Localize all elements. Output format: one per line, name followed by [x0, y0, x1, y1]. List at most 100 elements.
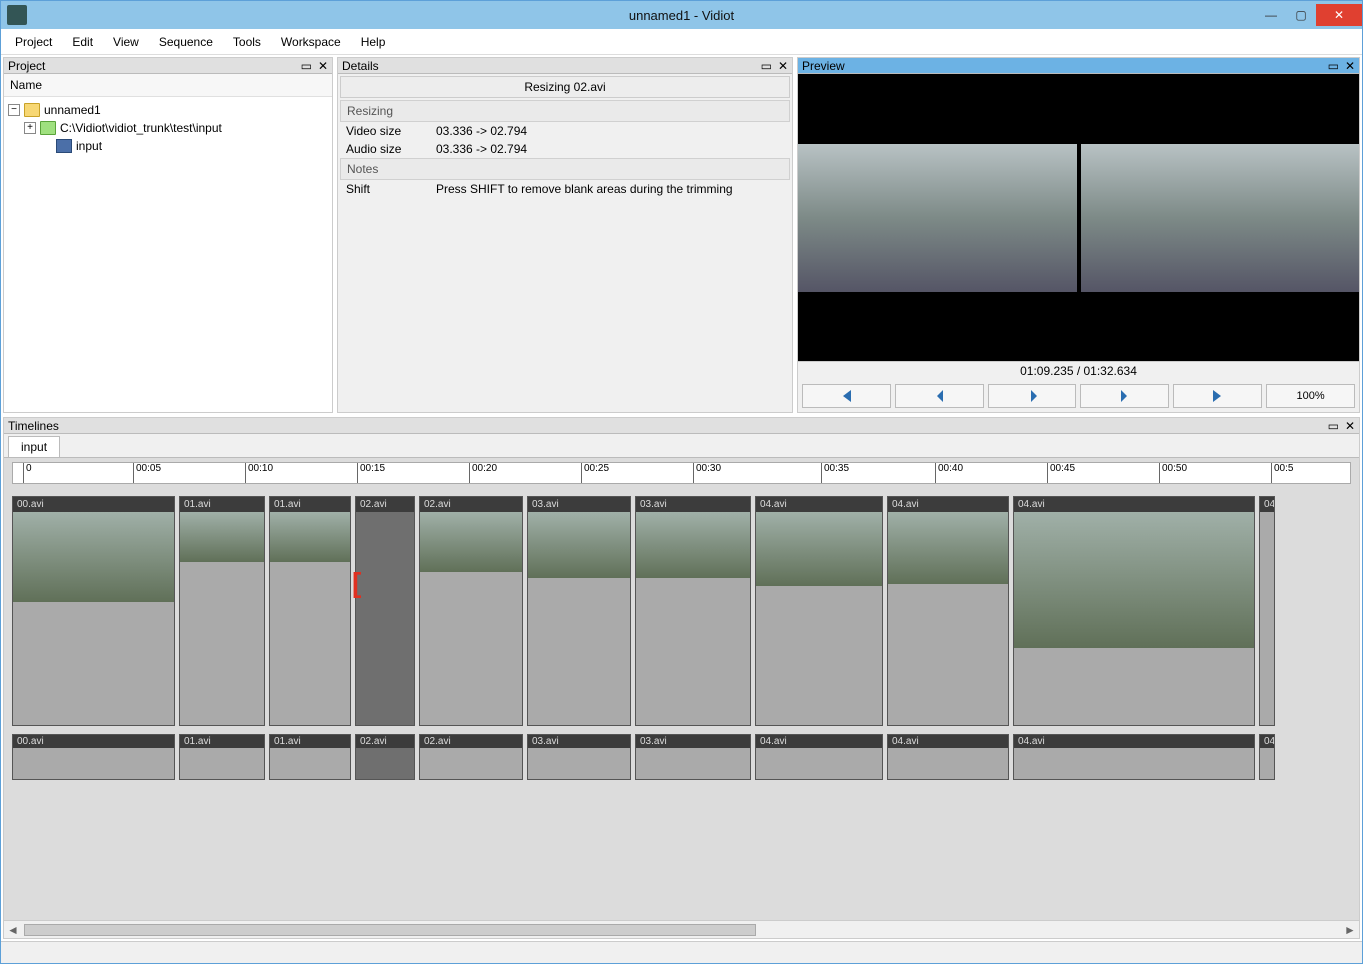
audio-clip[interactable]: 02.avi [419, 734, 523, 780]
panel-dock-icon[interactable]: ▭ [1326, 59, 1341, 73]
details-panel-header[interactable]: Details ▭✕ [338, 58, 792, 74]
project-body: Name − unnamed1 + C:\Vidiot\vidiot_trunk… [4, 74, 332, 412]
panel-close-icon[interactable]: ✕ [776, 59, 790, 73]
panel-dock-icon[interactable]: ▭ [759, 59, 774, 73]
preview-split [798, 144, 1359, 292]
tree-sequence[interactable]: input [40, 137, 328, 155]
timeline-scrollbar[interactable]: ◄ ► [4, 920, 1359, 938]
play-button[interactable] [988, 384, 1077, 408]
video-clip[interactable]: 00.avi [12, 496, 175, 726]
project-tree: − unnamed1 + C:\Vidiot\vidiot_trunk\test… [4, 97, 332, 159]
video-clip[interactable]: 01.avi [269, 496, 351, 726]
menu-project[interactable]: Project [5, 31, 62, 53]
titlebar[interactable]: unnamed1 - Vidiot — ▢ ✕ [1, 1, 1362, 29]
maximize-button[interactable]: ▢ [1286, 4, 1316, 26]
menu-help[interactable]: Help [351, 31, 396, 53]
sequence-icon [56, 139, 72, 153]
video-clip[interactable]: 04.avi [887, 496, 1009, 726]
audio-clip[interactable]: 03.avi [527, 734, 631, 780]
menu-tools[interactable]: Tools [223, 31, 271, 53]
video-clip[interactable]: 02.avi [419, 496, 523, 726]
clip-label: 03.avi [636, 497, 750, 512]
minimize-button[interactable]: — [1256, 4, 1286, 26]
scroll-left-icon[interactable]: ◄ [4, 923, 22, 937]
project-panel-header[interactable]: Project ▭✕ [4, 58, 332, 74]
timelines-panel-header[interactable]: Timelines ▭✕ [4, 418, 1359, 434]
panel-close-icon[interactable]: ✕ [316, 59, 330, 73]
audio-clip[interactable]: 03.avi [635, 734, 751, 780]
video-track[interactable]: 00.avi01.avi01.avi02.avi[02.avi03.avi03.… [12, 496, 1351, 726]
clip-label: 04.a [1260, 735, 1274, 748]
audio-clip[interactable]: 01.avi [179, 734, 265, 780]
details-row-video-size: Video size 03.336 -> 02.794 [338, 122, 792, 140]
ruler-tick: 00:35 [821, 463, 849, 483]
audio-clip[interactable]: 04.a [1259, 734, 1275, 780]
details-section-notes: Notes [340, 158, 790, 180]
clip-thumbnail [270, 512, 350, 562]
collapse-icon[interactable]: − [8, 104, 20, 116]
menu-edit[interactable]: Edit [62, 31, 103, 53]
project-column-name[interactable]: Name [4, 74, 332, 97]
expand-icon[interactable]: + [24, 122, 36, 134]
audio-track[interactable]: 00.avi 01.avi 01.avi 02.avi 02.avi 03.avi 03.a… [12, 734, 1351, 780]
video-clip[interactable]: 04.avi [755, 496, 883, 726]
timeline-ruler[interactable]: 000:0500:1000:1500:2000:2500:3000:3500:4… [12, 462, 1351, 484]
clip-label: 00.avi [13, 735, 174, 748]
preview-controls: 100% [798, 380, 1359, 412]
goto-start-button[interactable] [802, 384, 891, 408]
tree-folder[interactable]: + C:\Vidiot\vidiot_trunk\test\input [24, 119, 328, 137]
goto-end-button[interactable] [1173, 384, 1262, 408]
statusbar [1, 941, 1362, 963]
clip-label: 03.avi [636, 735, 750, 748]
clip-label: 02.avi [356, 497, 414, 512]
clip-label: 04.avi [1014, 735, 1254, 748]
scroll-right-icon[interactable]: ► [1341, 923, 1359, 937]
scroll-thumb[interactable] [24, 924, 756, 936]
video-clip[interactable]: 03.avi [527, 496, 631, 726]
window-buttons: — ▢ ✕ [1256, 4, 1362, 26]
panel-dock-icon[interactable]: ▭ [1326, 419, 1341, 433]
video-clip[interactable]: 04.avi [1013, 496, 1255, 726]
video-clip[interactable]: 02.avi [ [355, 496, 415, 726]
clip-label: 03.avi [528, 497, 630, 512]
audio-clip[interactable]: 04.avi [1013, 734, 1255, 780]
trim-marker-icon[interactable]: [ [352, 567, 361, 599]
preview-viewport[interactable] [798, 74, 1359, 361]
menu-view[interactable]: View [103, 31, 149, 53]
ruler-tick: 00:40 [935, 463, 963, 483]
clip-label: 02.avi [420, 735, 522, 748]
timeline-tab-input[interactable]: input [8, 436, 60, 457]
preview-body: 01:09.235 / 01:32.634 100% [798, 74, 1359, 412]
audio-clip[interactable]: 00.avi [12, 734, 175, 780]
audio-clip[interactable]: 04.avi [887, 734, 1009, 780]
menu-sequence[interactable]: Sequence [149, 31, 223, 53]
clip-label: 03.avi [528, 735, 630, 748]
ruler-tick: 00:20 [469, 463, 497, 483]
audio-clip[interactable]: 02.avi [355, 734, 415, 780]
clip-label: 01.avi [270, 735, 350, 748]
video-clip[interactable]: 01.avi [179, 496, 265, 726]
audio-clip[interactable]: 01.avi [269, 734, 351, 780]
close-button[interactable]: ✕ [1316, 4, 1362, 26]
step-back-button[interactable] [895, 384, 984, 408]
panel-close-icon[interactable]: ✕ [1343, 419, 1357, 433]
clip-label: 04.avi [756, 497, 882, 512]
ruler-tick: 00:05 [133, 463, 161, 483]
panel-close-icon[interactable]: ✕ [1343, 59, 1357, 73]
clip-thumbnail [528, 512, 630, 578]
step-forward-button[interactable] [1080, 384, 1169, 408]
audio-size-value: 03.336 -> 02.794 [436, 142, 527, 156]
menu-workspace[interactable]: Workspace [271, 31, 351, 53]
tree-root[interactable]: − unnamed1 [8, 101, 328, 119]
ruler-tick: 00:30 [693, 463, 721, 483]
zoom-level[interactable]: 100% [1266, 384, 1355, 408]
timeline-body[interactable]: 000:0500:1000:1500:2000:2500:3000:3500:4… [4, 458, 1359, 920]
audio-clip[interactable]: 04.avi [755, 734, 883, 780]
video-clip[interactable]: 04.a [1259, 496, 1275, 726]
clip-thumbnail [888, 512, 1008, 584]
clip-thumbnail [13, 512, 174, 602]
preview-panel-header[interactable]: Preview ▭✕ [798, 58, 1359, 74]
panel-dock-icon[interactable]: ▭ [299, 59, 314, 73]
video-clip[interactable]: 03.avi [635, 496, 751, 726]
timeline-tabs: input [4, 434, 1359, 458]
